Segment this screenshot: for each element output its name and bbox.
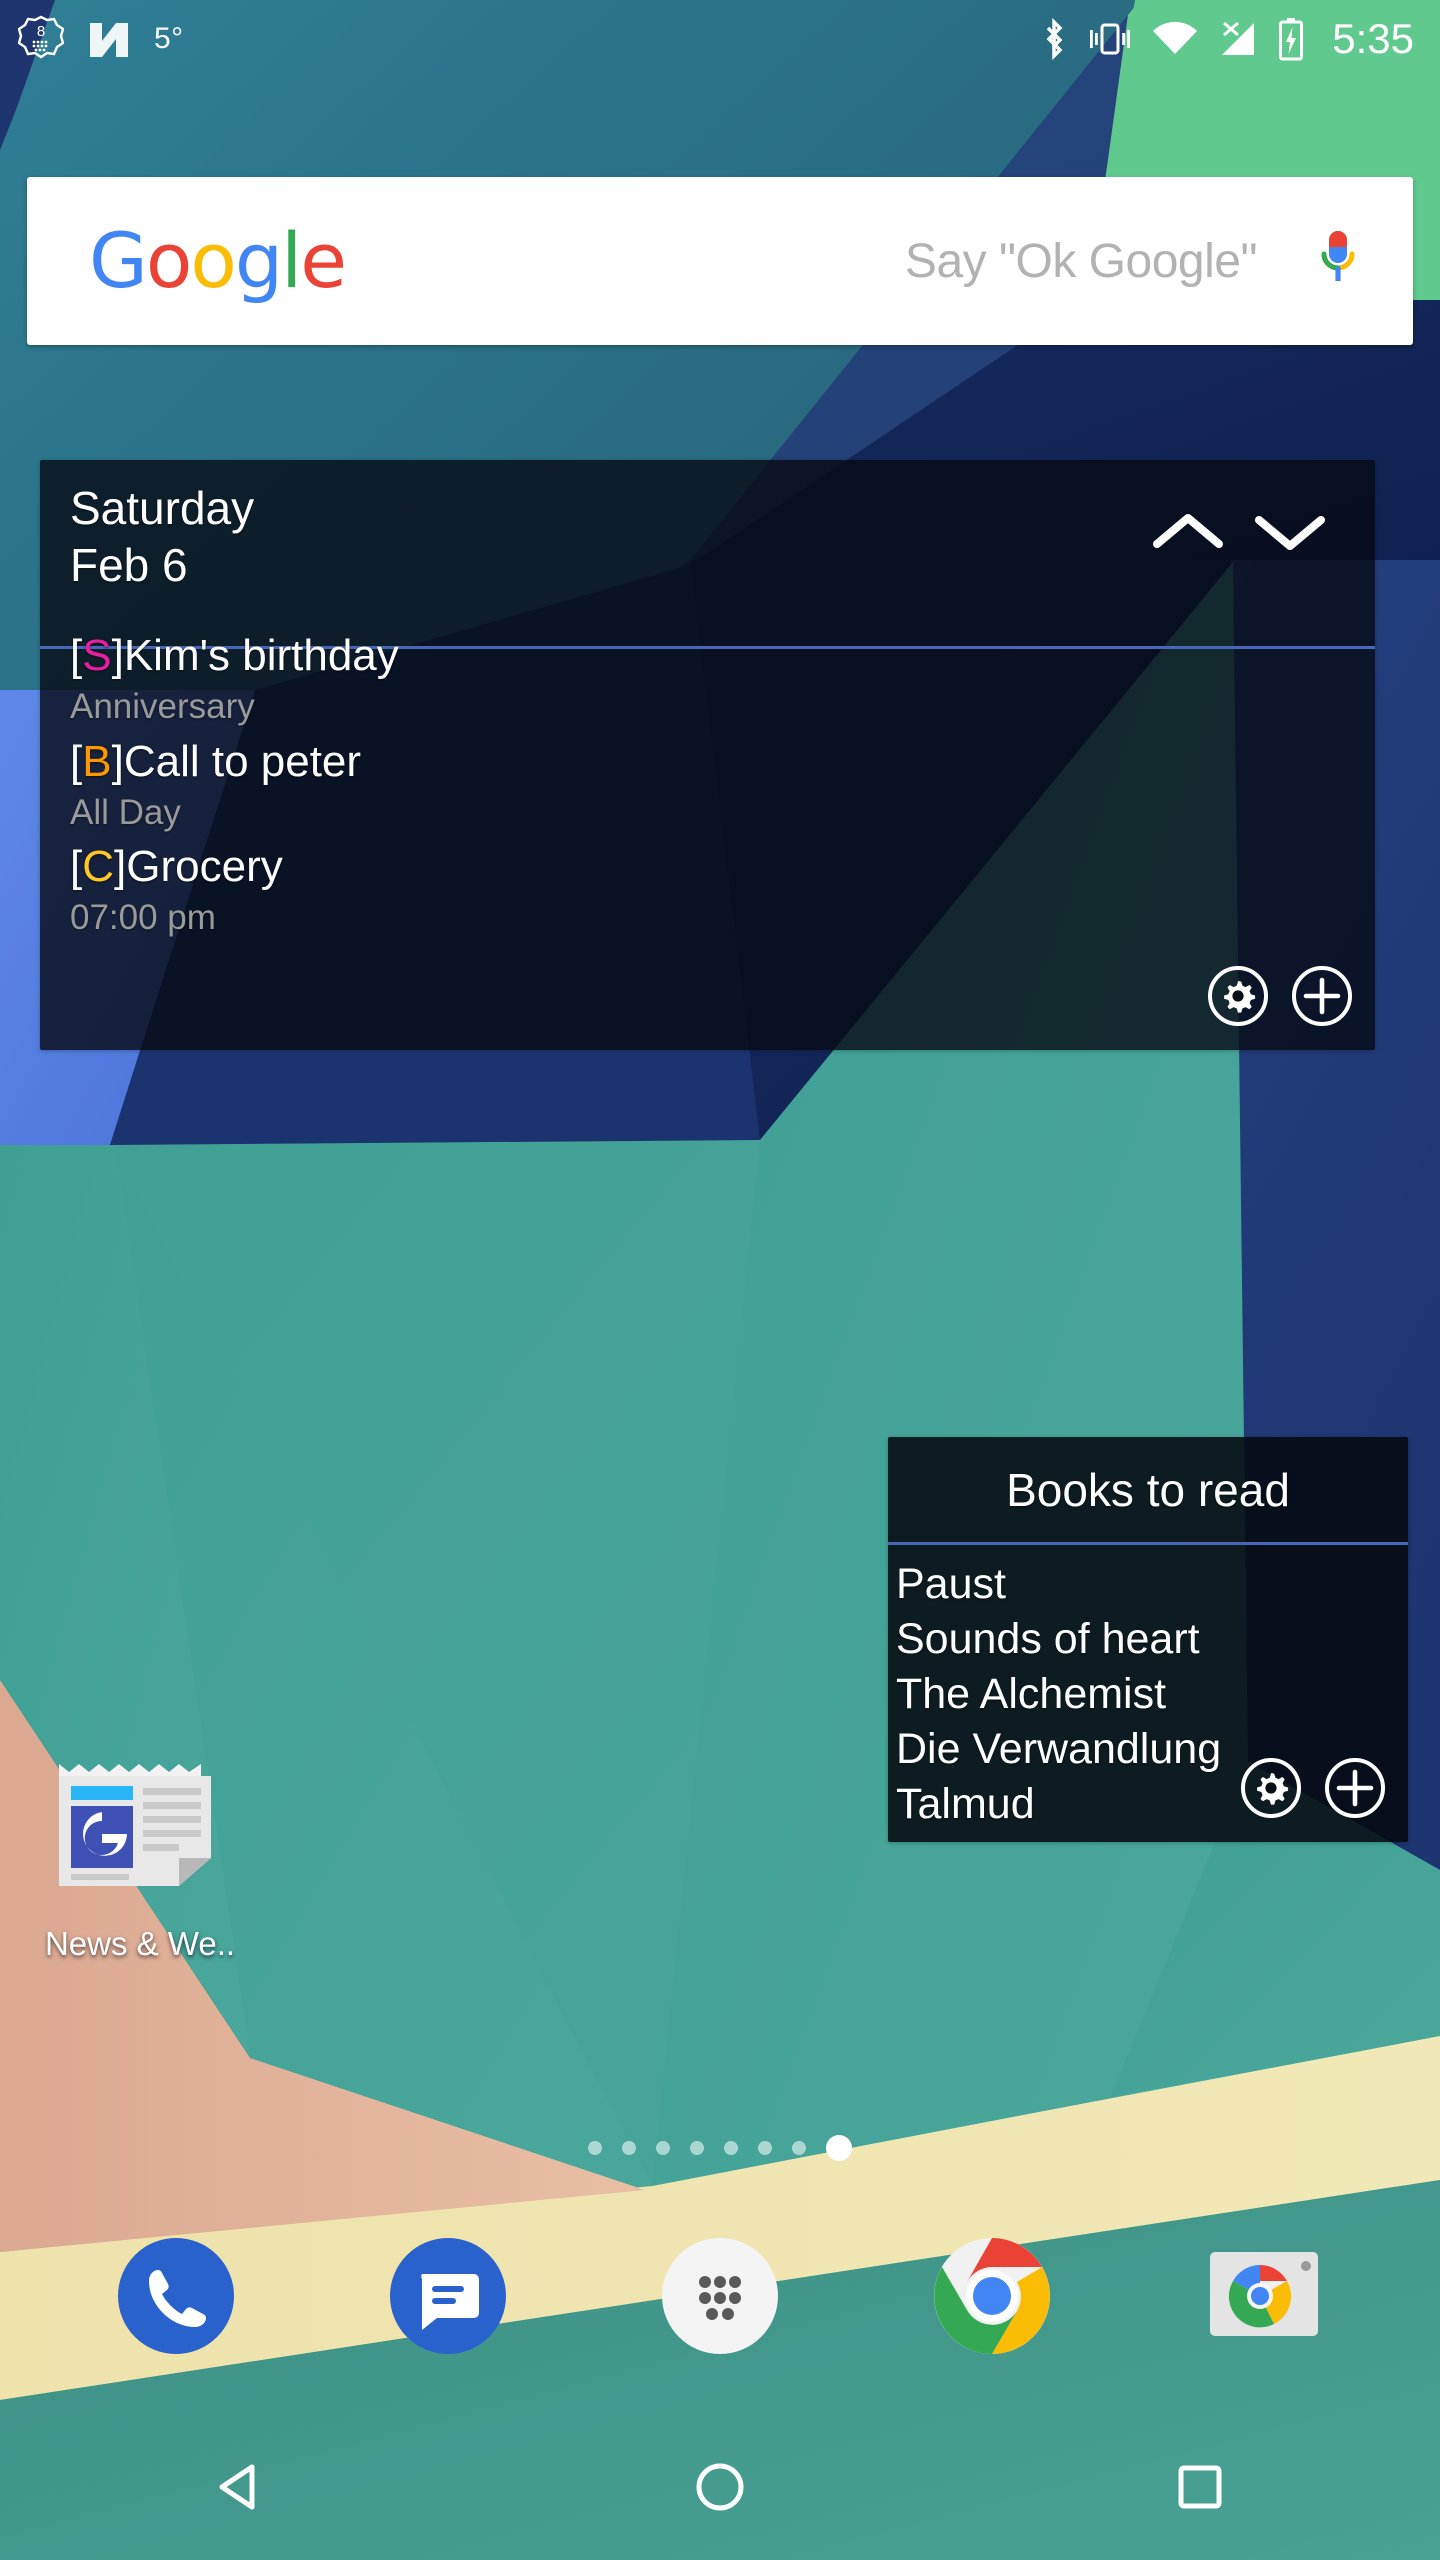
svg-text:8: 8 — [37, 23, 45, 40]
temperature-indicator: 5° — [154, 22, 184, 55]
page-dot[interactable] — [622, 2141, 636, 2155]
books-widget-actions — [1240, 1757, 1386, 1824]
home-button[interactable] — [660, 2427, 780, 2547]
page-dot[interactable] — [690, 2141, 704, 2155]
navigation-bar — [0, 2414, 1440, 2560]
search-hint-text: Say "Ok Google" — [904, 234, 1258, 288]
dock-item-camera[interactable] — [1194, 2226, 1334, 2366]
calendar-event-list: [S]Kim's birthday Anniversary [B]Call to… — [40, 608, 1375, 940]
calendar-date-label: Feb 6 — [70, 539, 188, 592]
calendar-widget[interactable]: Saturday Feb 6 [S]Kim's birthday Anniver… — [40, 460, 1375, 1050]
dock — [0, 2196, 1440, 2396]
app-badge-8-icon: 8 — [18, 15, 64, 63]
page-indicator — [0, 2135, 1440, 2161]
calendar-day-label: Saturday — [70, 482, 255, 534]
calendar-event-subtitle: All Day — [70, 792, 181, 832]
gear-icon[interactable] — [1240, 1757, 1302, 1824]
calendar-event-row[interactable]: [C]Grocery 07:00 pm — [70, 841, 1345, 940]
google-logo: Google — [89, 216, 347, 305]
books-widget-title: Books to read — [1006, 1464, 1290, 1516]
list-item[interactable]: The Alchemist — [896, 1667, 1408, 1722]
plus-circle-icon[interactable] — [1324, 1757, 1386, 1824]
dock-item-phone[interactable] — [106, 2226, 246, 2366]
page-dot[interactable] — [724, 2141, 738, 2155]
status-bar-left: 8 5° — [18, 15, 184, 63]
chevron-up-icon[interactable] — [1149, 508, 1227, 561]
news-and-weather-icon — [45, 1750, 235, 1905]
vibrate-icon — [1086, 18, 1134, 60]
wallpaper — [0, 0, 1440, 2560]
list-item[interactable]: Paust — [896, 1557, 1408, 1612]
calendar-event-name: Kim's birthday — [123, 631, 399, 681]
gear-icon[interactable] — [1207, 965, 1269, 1032]
books-to-read-widget[interactable]: Books to read Paust Sounds of heart The … — [888, 1437, 1408, 1842]
home-icon-label: News & We.. — [44, 1925, 236, 1962]
dock-item-chrome[interactable] — [922, 2226, 1062, 2366]
home-icon-news-and-weather[interactable]: News & We.. — [40, 1750, 240, 1963]
google-search-bar[interactable]: Google Say "Ok Google" — [27, 177, 1413, 345]
dock-item-app-drawer[interactable] — [650, 2226, 790, 2366]
chevron-down-icon[interactable] — [1251, 508, 1329, 561]
android-home-screen: 8 5° 5:35 G o o g l e Say "Ok Google" Sa… — [0, 0, 1440, 2560]
calendar-event-row[interactable]: [S]Kim's birthday Anniversary — [70, 630, 1345, 729]
status-bar: 8 5° 5:35 — [0, 0, 1440, 78]
page-dot[interactable] — [656, 2141, 670, 2155]
calendar-header: Saturday Feb 6 — [40, 460, 1375, 608]
calendar-event-tag: B — [82, 736, 112, 786]
clock: 5:35 — [1332, 15, 1414, 62]
recents-button[interactable] — [1140, 2427, 1260, 2547]
page-dot[interactable] — [792, 2141, 806, 2155]
microphone-icon[interactable] — [1309, 225, 1367, 297]
status-bar-right: 5:35 — [1039, 15, 1414, 63]
calendar-event-title: [B]Call to peter — [70, 736, 362, 786]
calendar-event-tag: S — [82, 631, 112, 681]
calendar-event-name: Grocery — [126, 842, 283, 892]
page-dot[interactable] — [758, 2141, 772, 2155]
calendar-event-name: Call to peter — [123, 736, 362, 786]
cellular-no-signal-icon — [1216, 19, 1260, 59]
page-dot-active[interactable] — [826, 2135, 852, 2161]
battery-charging-icon — [1277, 17, 1305, 61]
list-item[interactable]: Sounds of heart — [896, 1612, 1408, 1667]
android-n-logo-icon — [86, 17, 132, 61]
page-dot[interactable] — [588, 2141, 602, 2155]
plus-circle-icon[interactable] — [1291, 965, 1353, 1032]
bluetooth-icon — [1039, 16, 1069, 62]
calendar-event-tag: C — [82, 842, 115, 892]
wifi-icon — [1151, 20, 1199, 58]
calendar-event-title: [S]Kim's birthday — [70, 631, 399, 681]
calendar-widget-actions — [1207, 965, 1353, 1032]
calendar-event-subtitle: Anniversary — [70, 687, 255, 727]
dock-item-messages[interactable] — [378, 2226, 518, 2366]
calendar-event-title: [C]Grocery — [70, 842, 283, 892]
calendar-event-row[interactable]: [B]Call to peter All Day — [70, 736, 1345, 835]
back-button[interactable] — [180, 2427, 300, 2547]
calendar-event-subtitle: 07:00 pm — [70, 898, 216, 938]
